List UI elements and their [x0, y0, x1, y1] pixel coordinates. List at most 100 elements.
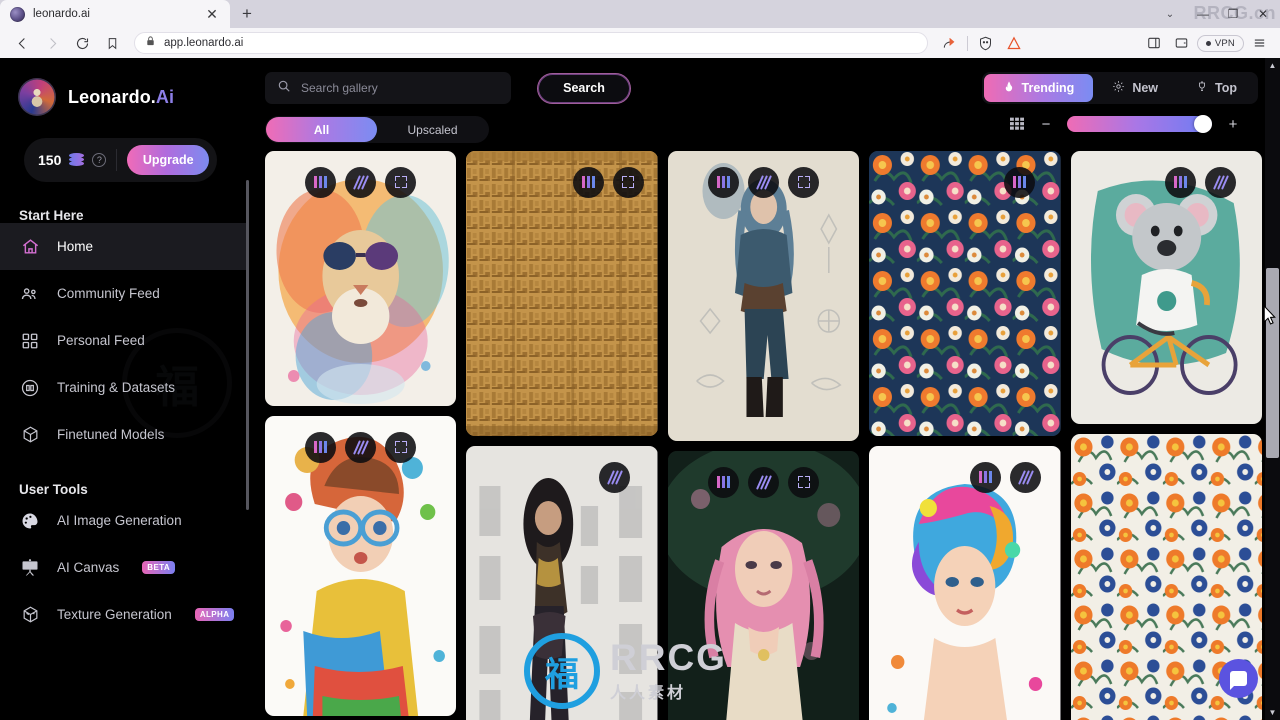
gallery-column: [265, 151, 457, 720]
pixel-remix-icon[interactable]: [1003, 166, 1035, 198]
window-maximize-button[interactable]: ❐: [1218, 0, 1248, 28]
sidebar-item-ai-canvas[interactable]: AI Canvas BETA: [0, 544, 249, 591]
gallery-card-watercolor-lion-sunglasses[interactable]: [265, 151, 457, 406]
slash-variation-icon[interactable]: [748, 466, 780, 498]
grid-density-icon[interactable]: [1009, 117, 1025, 131]
tab-close-icon[interactable]: ✕: [204, 7, 220, 21]
slash-variation-icon[interactable]: [345, 431, 377, 463]
sidebar-item-label: Home: [57, 239, 94, 254]
gallery-card-blue-haired-warrior-woman[interactable]: [667, 151, 860, 441]
expand-fullscreen-icon[interactable]: [788, 466, 820, 498]
slash-variation-icon[interactable]: [1205, 166, 1237, 198]
new-tab-button[interactable]: +: [230, 0, 264, 28]
brave-shields-icon[interactable]: [973, 31, 999, 55]
slash-variation-icon[interactable]: [345, 166, 377, 198]
pixel-remix-icon[interactable]: [305, 431, 337, 463]
sidebar-panel-icon[interactable]: [1141, 31, 1167, 55]
card-action-overlay: [1071, 151, 1262, 213]
window-close-button[interactable]: ✕: [1248, 0, 1278, 28]
sidebar-item-ai-image-generation[interactable]: AI Image Generation: [0, 497, 249, 544]
brave-wallet-icon[interactable]: [1169, 31, 1195, 55]
sidebar-item-home[interactable]: Home: [0, 223, 249, 270]
brand-logo[interactable]: Leonardo.Ai: [0, 58, 249, 116]
sidebar-item-community-feed[interactable]: Community Feed: [0, 270, 249, 317]
leo-ai-icon[interactable]: [1001, 31, 1027, 55]
card-action-overlay: [466, 151, 657, 213]
tab-label: New: [1132, 81, 1159, 95]
expand-fullscreen-icon[interactable]: [385, 166, 417, 198]
browser-tab[interactable]: leonardo.ai ✕: [0, 0, 230, 28]
tab-trending[interactable]: Trending: [983, 74, 1094, 102]
slash-variation-icon[interactable]: [748, 166, 780, 198]
address-bar[interactable]: app.leonardo.ai: [134, 32, 928, 54]
search-button[interactable]: Search: [537, 72, 631, 104]
gallery-card-dark-sorceress-character-sheet[interactable]: [466, 446, 658, 720]
tab-search-chevron-down-icon[interactable]: ⌄: [1152, 0, 1188, 28]
sidebar-item-label: AI Image Generation: [57, 513, 182, 528]
gallery-card-colorful-hair-woman-portrait[interactable]: [869, 446, 1061, 720]
back-button[interactable]: [8, 31, 36, 55]
reload-button[interactable]: [68, 31, 96, 55]
slash-variation-icon[interactable]: [598, 461, 630, 493]
card-action-overlay: [265, 151, 456, 213]
bookmark-icon[interactable]: [98, 31, 126, 55]
share-icon[interactable]: [936, 31, 962, 55]
zoom-slider-knob[interactable]: [1194, 115, 1212, 133]
filter-upscaled[interactable]: Upscaled: [377, 117, 488, 142]
zoom-controls: − +: [1009, 115, 1240, 133]
zoom-out-button[interactable]: −: [1039, 117, 1053, 132]
gallery-card-egyptian-hieroglyph-wall[interactable]: [466, 151, 658, 436]
pixel-remix-icon[interactable]: [969, 461, 1001, 493]
pixel-remix-icon[interactable]: [708, 166, 740, 198]
pixel-remix-icon[interactable]: [305, 166, 337, 198]
tab-label: Trending: [1021, 81, 1075, 95]
hamburger-menu-icon[interactable]: [1246, 31, 1272, 55]
vpn-label: VPN: [1214, 37, 1235, 49]
pixel-remix-icon[interactable]: [572, 166, 604, 198]
gallery-card-orange-floral-pattern-dark[interactable]: [869, 151, 1061, 436]
scroll-down-arrow-icon[interactable]: ▼: [1265, 705, 1280, 720]
search-box[interactable]: [265, 72, 511, 104]
badge-beta: BETA: [142, 561, 176, 574]
sidebar-item-training-datasets[interactable]: Training & Datasets: [0, 364, 249, 411]
chat-bubble-icon: [1230, 671, 1247, 690]
page-scrollbar-thumb[interactable]: [1266, 268, 1279, 458]
sidebar-item-label: AI Canvas: [57, 560, 120, 575]
help-circle-icon[interactable]: ?: [92, 153, 107, 167]
page-scrollbar[interactable]: ▲ ▼: [1265, 58, 1280, 720]
sidebar-item-label: Training & Datasets: [57, 380, 176, 395]
sidebar-item-finetuned-models[interactable]: Finetuned Models: [0, 411, 249, 458]
sparkle-icon: [1112, 80, 1125, 96]
browser-toolbar: app.leonardo.ai VPN: [0, 28, 1280, 58]
gallery-card-pink-haired-fantasy-portrait[interactable]: [667, 451, 860, 720]
slash-variation-icon[interactable]: [1009, 461, 1041, 493]
upgrade-button[interactable]: Upgrade: [127, 145, 209, 175]
pixel-remix-icon[interactable]: [708, 466, 740, 498]
sidebar-section-title-start-here: Start Here: [19, 208, 84, 223]
card-action-overlay: [466, 446, 657, 508]
finetuned-models-icon: [19, 424, 41, 446]
filter-all[interactable]: All: [266, 117, 377, 142]
sidebar-item-personal-feed[interactable]: Personal Feed: [0, 317, 249, 364]
window-minimize-button[interactable]: —: [1188, 0, 1218, 28]
search-input[interactable]: [301, 81, 499, 95]
scroll-up-arrow-icon[interactable]: ▲: [1265, 58, 1280, 73]
forward-button[interactable]: [38, 31, 66, 55]
card-action-overlay: [668, 451, 859, 513]
expand-fullscreen-icon[interactable]: [385, 431, 417, 463]
gallery-card-girl-blue-glasses-rainbow-hoodie[interactable]: [265, 416, 457, 716]
zoom-slider[interactable]: [1067, 115, 1212, 133]
gallery-column: [869, 151, 1061, 720]
vpn-status-pill[interactable]: VPN: [1196, 34, 1244, 52]
trophy-icon: [1196, 80, 1208, 96]
gallery-card-koala-riding-bicycle[interactable]: [1070, 151, 1263, 424]
zoom-in-button[interactable]: +: [1226, 117, 1240, 132]
sidebar-item-texture-generation[interactable]: Texture Generation ALPHA: [0, 591, 249, 638]
intercom-chat-button[interactable]: [1219, 659, 1258, 698]
expand-fullscreen-icon[interactable]: [788, 166, 820, 198]
texture-cube-icon: [19, 604, 41, 626]
tab-new[interactable]: New: [1093, 74, 1177, 102]
pixel-remix-icon[interactable]: [1165, 166, 1197, 198]
expand-fullscreen-icon[interactable]: [612, 166, 644, 198]
tab-top[interactable]: Top: [1177, 74, 1256, 102]
